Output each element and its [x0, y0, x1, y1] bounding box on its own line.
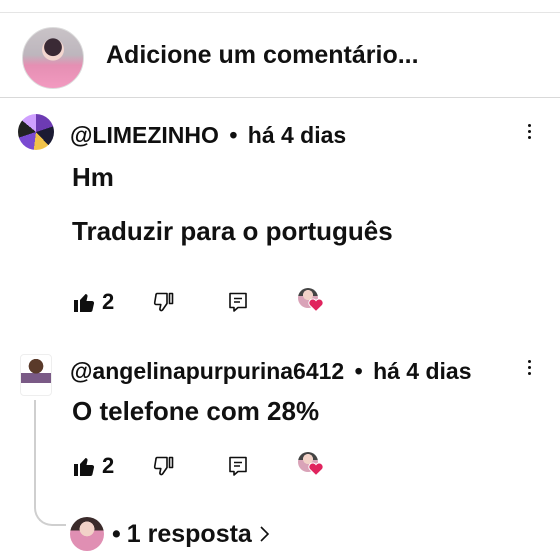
more-vert-icon[interactable]: [524, 360, 534, 382]
comment-text: Hm: [72, 162, 114, 192]
comment-actions: 2: [72, 288, 372, 316]
comment-time[interactable]: há 4 dias: [248, 122, 346, 148]
reply-author-avatar: [70, 517, 104, 551]
heart-icon: [308, 298, 324, 312]
like-count: 2: [102, 453, 115, 478]
comment-input[interactable]: Adicione um comentário...: [106, 41, 419, 70]
reply-button[interactable]: [226, 452, 250, 480]
comment-composer[interactable]: Adicione um comentário...: [0, 13, 560, 97]
dislike-button[interactable]: [152, 288, 176, 316]
thumbs-up-icon: [74, 458, 95, 476]
thumbs-down-icon: [153, 456, 174, 476]
heart-icon: [308, 462, 324, 476]
dislike-button[interactable]: [152, 452, 176, 480]
reply-icon: [229, 456, 247, 476]
replies-separator: •: [112, 519, 121, 548]
comment-item: @LIMEZINHO • há 4 dias Hm Traduzir para …: [0, 112, 560, 324]
reply-icon: [229, 292, 247, 312]
like-button[interactable]: 2: [72, 288, 114, 316]
reply-button[interactable]: [226, 288, 250, 316]
comment-meta: @LIMEZINHO • há 4 dias: [70, 122, 346, 149]
creator-heart[interactable]: [298, 452, 324, 478]
meta-separator: •: [229, 122, 238, 148]
author-handle[interactable]: @LIMEZINHO: [70, 122, 219, 148]
comment-text: O telefone com 28%: [72, 396, 320, 426]
comment-actions: 2: [72, 452, 372, 480]
replies-label: • 1 resposta: [112, 520, 252, 549]
like-count: 2: [102, 289, 115, 314]
meta-separator: •: [354, 358, 363, 384]
comment-item: @angelinapurpurina6412 • há 4 dias O tel…: [0, 350, 560, 500]
chevron-right-icon: [260, 526, 269, 542]
user-avatar: [22, 27, 84, 89]
comment-meta: @angelinapurpurina6412 • há 4 dias: [70, 358, 472, 385]
like-button[interactable]: 2: [72, 452, 114, 480]
author-avatar[interactable]: [20, 354, 52, 396]
thumbs-down-icon: [153, 292, 174, 312]
view-replies-button[interactable]: • 1 resposta: [70, 516, 270, 552]
more-vert-icon[interactable]: [524, 124, 534, 146]
creator-heart[interactable]: [298, 288, 324, 314]
author-avatar[interactable]: [18, 114, 54, 150]
thumbs-up-icon: [74, 294, 95, 312]
replies-count: 1 resposta: [126, 519, 252, 548]
translate-link[interactable]: Traduzir para o português: [72, 216, 393, 247]
composer-divider: [0, 97, 560, 98]
author-handle[interactable]: @angelinapurpurina6412: [70, 358, 344, 384]
comment-time[interactable]: há 4 dias: [373, 358, 471, 384]
